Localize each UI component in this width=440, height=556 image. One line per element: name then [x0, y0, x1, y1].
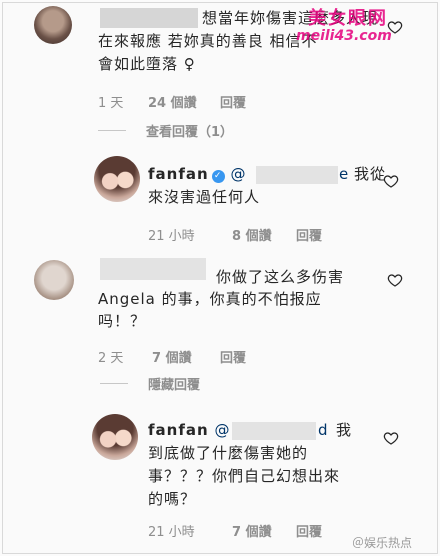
mention-at: @ [214, 421, 231, 439]
likes-count: 8 個讚 [232, 229, 272, 244]
mention-tail: d [318, 421, 329, 439]
reply-time: 21 小時 [148, 525, 195, 540]
divider [98, 130, 126, 131]
username-redaction [100, 258, 206, 280]
heart-icon[interactable] [383, 173, 399, 189]
likes-count: 7 個讚 [152, 351, 192, 366]
mention-link[interactable]: @ [230, 165, 246, 183]
reply-likes[interactable]: 7 個讚 [232, 521, 272, 540]
commenter-avatar[interactable] [34, 6, 72, 44]
reply-label: 回覆 [296, 229, 323, 244]
heart-icon[interactable] [383, 430, 399, 446]
comment-text-line: 在來報應 若妳真的善良 相信不 [98, 32, 318, 50]
reply-label: 回覆 [220, 96, 247, 111]
reply-text-line: 的嗎？ [148, 490, 197, 508]
comment-time: 2 天 [98, 351, 124, 366]
reply-likes[interactable]: 8 個讚 [232, 225, 272, 244]
watermark-brand: 美女眼网 [308, 8, 388, 29]
reply-button[interactable]: 回覆 [296, 225, 322, 244]
likes-count: 24 個讚 [148, 96, 197, 111]
username-link[interactable]: fanfan [148, 165, 209, 183]
commenter-avatar[interactable] [34, 260, 74, 300]
divider [100, 383, 128, 384]
watermark-url: meili43.com [296, 28, 392, 44]
fanfan-avatar[interactable] [94, 156, 140, 202]
hide-replies-label: 隱藏回覆 [148, 378, 201, 393]
reply-header: fanfan ✓ @ [148, 162, 246, 186]
mention-redaction [256, 166, 338, 184]
reply-button[interactable]: 回覆 [220, 347, 246, 366]
mention-link[interactable]: @ [214, 421, 230, 439]
fanfan-avatar[interactable] [92, 414, 138, 460]
comment-time: 1 天 [98, 96, 124, 111]
likes-count: 7 個讚 [232, 525, 272, 540]
view-replies-label: 查看回覆（1） [146, 125, 234, 140]
reply-label: 回覆 [220, 351, 247, 366]
watermark-bottom: ＠娱乐热点 [352, 536, 413, 550]
comment-text-line: Angela 的事，你真的不怕报应 [98, 290, 322, 308]
reply-text-line: 到底做了什麼傷害她的 [148, 444, 309, 462]
username-link[interactable]: fanfan [148, 421, 209, 439]
reply-time: 21 小時 [148, 229, 195, 244]
heart-icon[interactable] [387, 272, 403, 288]
reply-button[interactable]: 回覆 [296, 521, 322, 540]
view-replies-button[interactable]: 查看回覆（1） [146, 121, 233, 140]
comment-text-line: 會如此墮落 ♀ [98, 55, 196, 73]
reply-text-line: 事？？？你們自己幻想出來 [148, 467, 341, 485]
username-redaction [100, 8, 198, 28]
reply-label: 回覆 [296, 525, 323, 540]
comment-likes[interactable]: 24 個讚 [148, 92, 197, 111]
verified-badge-icon: ✓ [211, 170, 225, 183]
comment-text-line: 你做了这么多伤害 [216, 268, 345, 286]
comment-text-line: 吗！？ [98, 312, 147, 330]
mention-at: @ [230, 165, 247, 183]
mention-tail: e [339, 165, 350, 183]
reply-text-line: 我 [336, 421, 353, 439]
comment-likes[interactable]: 7 個讚 [152, 347, 192, 366]
mention-redaction [232, 422, 316, 440]
reply-text-line: 我從 [354, 165, 387, 183]
hide-replies-button[interactable]: 隱藏回覆 [148, 374, 200, 393]
reply-text-line: 來沒害過任何人 [148, 188, 261, 206]
reply-button[interactable]: 回覆 [220, 92, 246, 111]
reply-header: fanfan @ [148, 418, 230, 442]
